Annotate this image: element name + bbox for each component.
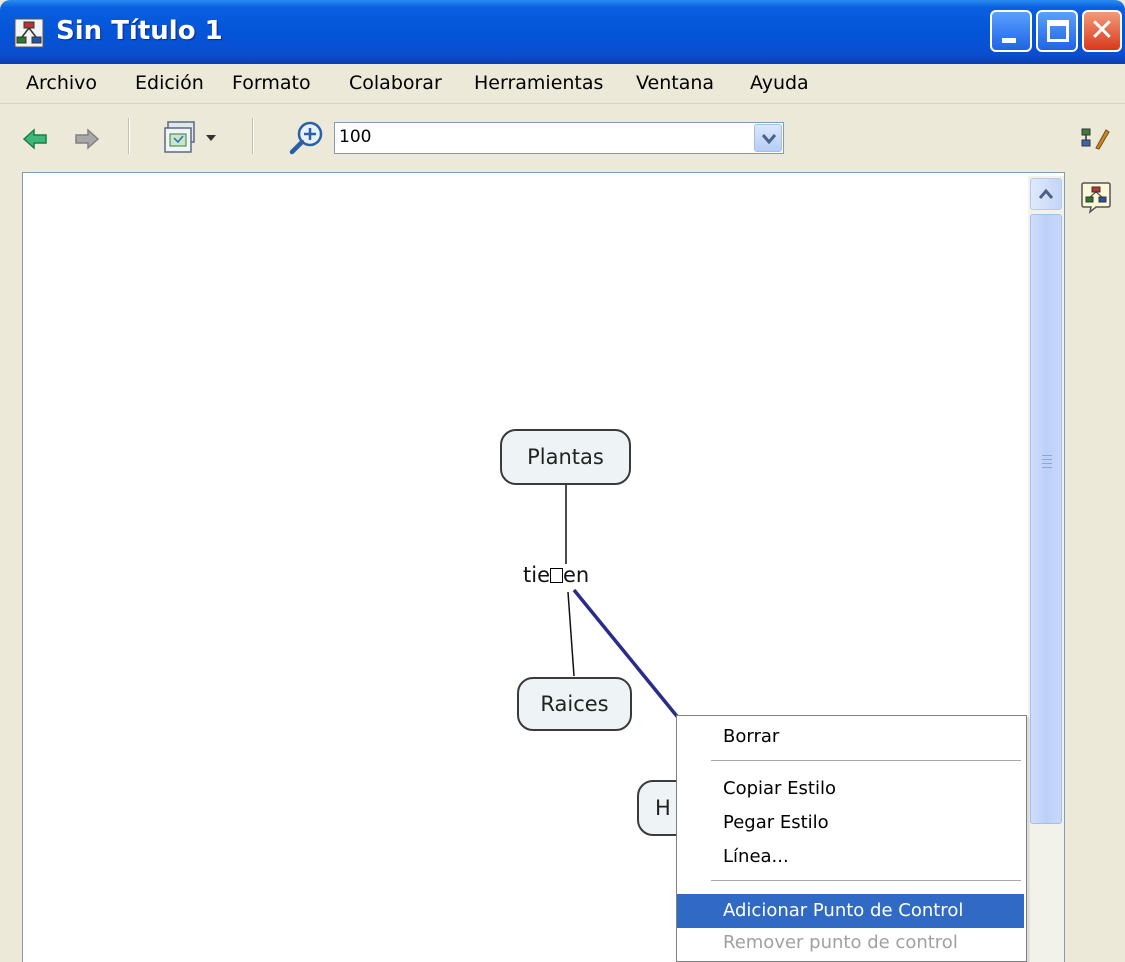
menu-colaborar[interactable]: Colaborar (349, 72, 442, 94)
app-icon[interactable] (14, 18, 44, 48)
menu-item-adicionar-punto-control[interactable]: Adicionar Punto de Control (677, 894, 1024, 928)
zoom-value[interactable]: 100 (339, 127, 371, 147)
maximize-icon (1047, 20, 1069, 42)
menu-ayuda[interactable]: Ayuda (750, 72, 809, 94)
menu-item-borrar[interactable]: Borrar (677, 720, 1024, 754)
scroll-grip (1042, 463, 1052, 464)
context-menu: Borrar Copiar Estilo Pegar Estilo Línea.… (676, 715, 1027, 962)
toolbar-separator (252, 118, 254, 154)
menu-item-pegar-estilo[interactable]: Pegar Estilo (677, 806, 1024, 840)
minimize-icon (1002, 38, 1016, 43)
maximize-button[interactable] (1036, 10, 1078, 52)
scroll-grip (1042, 455, 1052, 456)
control-point-handle[interactable] (550, 568, 563, 583)
toolbar-separator (128, 118, 130, 154)
chevron-down-icon (762, 134, 776, 145)
concept-map-icon[interactable] (1080, 180, 1112, 214)
window-title: Sin Título 1 (56, 16, 223, 46)
chevron-up-icon (1039, 188, 1053, 199)
scroll-thumb[interactable] (1030, 214, 1062, 824)
close-icon: ✕ (1089, 13, 1115, 48)
styles-palette-icon[interactable] (1080, 126, 1110, 150)
concept-node-raices[interactable]: Raices (517, 677, 632, 731)
menu-herramientas[interactable]: Herramientas (474, 72, 603, 94)
menu-separator (711, 760, 1021, 762)
concept-node-plantas[interactable]: Plantas (500, 429, 631, 485)
scroll-grip (1042, 459, 1052, 460)
scroll-grip (1042, 467, 1052, 468)
minimize-button[interactable] (990, 10, 1032, 52)
title-bar[interactable]: Sin Título 1 ✕ (0, 0, 1125, 64)
menu-archivo[interactable]: Archivo (26, 72, 97, 94)
side-panel (1066, 104, 1125, 962)
linking-phrase-tail: en (563, 563, 590, 587)
zoom-dropdown-button[interactable] (754, 124, 782, 152)
zoom-in-icon[interactable] (288, 120, 326, 156)
linking-phrase-head: tie (523, 563, 550, 587)
close-button[interactable]: ✕ (1082, 10, 1122, 52)
zoom-combobox[interactable]: 100 (334, 122, 784, 154)
menu-edicion[interactable]: Edición (135, 72, 204, 94)
view-menu-icon[interactable] (162, 120, 224, 156)
scroll-up-button[interactable] (1030, 178, 1062, 210)
menu-item-remover-punto-control: Remover punto de control (723, 932, 958, 953)
menu-ventana[interactable]: Ventana (636, 72, 714, 94)
menu-bar: Archivo Edición Formato Colaborar Herram… (0, 64, 1125, 104)
menu-item-linea[interactable]: Línea... (677, 840, 1024, 874)
application-window: Sin Título 1 ✕ Archivo Edición Formato C… (0, 0, 1125, 962)
back-arrow-icon[interactable] (22, 128, 48, 150)
toolbar: 100 (0, 104, 1125, 172)
menu-separator (711, 880, 1021, 882)
menu-item-copiar-estilo[interactable]: Copiar Estilo (677, 772, 1024, 806)
menu-formato[interactable]: Formato (232, 72, 311, 94)
vertical-scrollbar[interactable] (1028, 176, 1064, 962)
forward-arrow-icon[interactable] (74, 128, 100, 150)
linking-phrase[interactable]: tie en (523, 563, 589, 587)
